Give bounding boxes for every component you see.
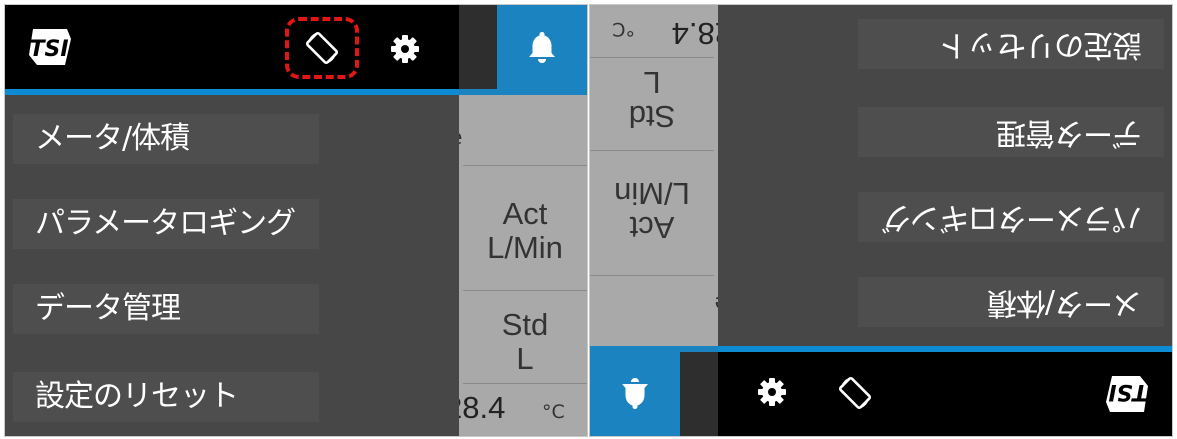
divider [590, 57, 714, 58]
drawer-header: TSI [5, 5, 459, 89]
std-volume-unit[interactable]: Std L [592, 65, 712, 134]
settings-button[interactable] [385, 29, 425, 69]
rotate-screen-button[interactable] [285, 17, 359, 79]
menu-item-reset-settings[interactable]: 設定のリセット [5, 367, 459, 427]
temperature-unit: °C [612, 18, 635, 40]
screenshot-rotated-orientation: e Act L/Min Std L 28.4 °C TSI [589, 4, 1173, 437]
alerts-button[interactable] [590, 352, 680, 436]
tsi-logo-icon: TSI [1106, 376, 1148, 412]
act-flow-unit[interactable]: Act L/Min [592, 176, 712, 245]
menu-item-label: メータ/体積 [35, 121, 190, 156]
act-label: Act [629, 210, 675, 245]
divider [590, 275, 714, 276]
menu-item-label: 設定のリセット [35, 379, 239, 414]
menu-item-label: データ管理 [997, 115, 1142, 150]
std-unit: L [516, 341, 534, 376]
menu-item-label: パラメータロギング [881, 200, 1142, 235]
navigation-drawer: TSI メータ/体積 パラメータロギング データ管理 設定のリセット [718, 5, 1172, 436]
menu-item-label: データ管理 [35, 291, 181, 326]
alerts-button[interactable] [497, 5, 587, 89]
bell-icon [529, 32, 555, 63]
divider [463, 165, 587, 166]
menu-item-parameter-logging[interactable]: パラメータロギング [5, 194, 459, 254]
navigation-drawer: TSI メータ/体積 パラメータロギング データ管理 設定のリセット [5, 5, 459, 436]
menu-item-data-management[interactable]: データ管理 [5, 279, 459, 339]
act-label: Act [502, 196, 548, 231]
gear-icon [758, 378, 786, 406]
screenshot-normal-orientation: e Act L/Min Std L 28.4 °C TSI [4, 4, 588, 437]
tsi-logo-icon: TSI [29, 29, 71, 65]
divider [463, 290, 587, 291]
svg-text:TSI: TSI [1108, 379, 1147, 404]
std-volume-unit[interactable]: Std L [465, 308, 585, 376]
menu-item-data-management[interactable]: データ管理 [718, 102, 1172, 162]
divider [463, 383, 587, 384]
act-unit: L/Min [487, 230, 563, 265]
device-screen: e Act L/Min Std L 28.4 °C TSI [5, 5, 587, 436]
std-label: Std [501, 307, 549, 342]
drawer-header: TSI [718, 352, 1172, 436]
menu-item-label: パラメータロギング [35, 206, 296, 241]
settings-button[interactable] [752, 372, 792, 412]
menu-item-label: メータ/体積 [987, 285, 1142, 320]
background-accent-line [447, 89, 587, 95]
svg-text:TSI: TSI [29, 37, 68, 62]
drawer-accent-line [718, 346, 1172, 352]
highlight-box [285, 17, 359, 79]
menu-item-reset-settings[interactable]: 設定のリセット [718, 14, 1172, 74]
device-screen-rotated: e Act L/Min Std L 28.4 °C TSI [590, 5, 1172, 436]
menu-item-meter-volume[interactable]: メータ/体積 [5, 109, 459, 169]
std-label: Std [628, 99, 676, 134]
drawer-accent-line [5, 89, 459, 95]
temperature-unit: °C [542, 401, 565, 423]
rotate-screen-button[interactable] [818, 362, 892, 424]
gear-icon [391, 35, 419, 63]
bell-icon [622, 378, 648, 409]
std-unit: L [643, 65, 661, 100]
menu-item-parameter-logging[interactable]: パラメータロギング [718, 187, 1172, 247]
background-accent-line [590, 346, 730, 352]
act-flow-unit[interactable]: Act L/Min [465, 197, 585, 265]
act-unit: L/Min [614, 176, 690, 211]
divider [590, 150, 714, 151]
screen-rotation-icon [838, 376, 872, 410]
menu-item-label: 設定のリセット [939, 27, 1142, 62]
menu-item-meter-volume[interactable]: メータ/体積 [718, 272, 1172, 332]
